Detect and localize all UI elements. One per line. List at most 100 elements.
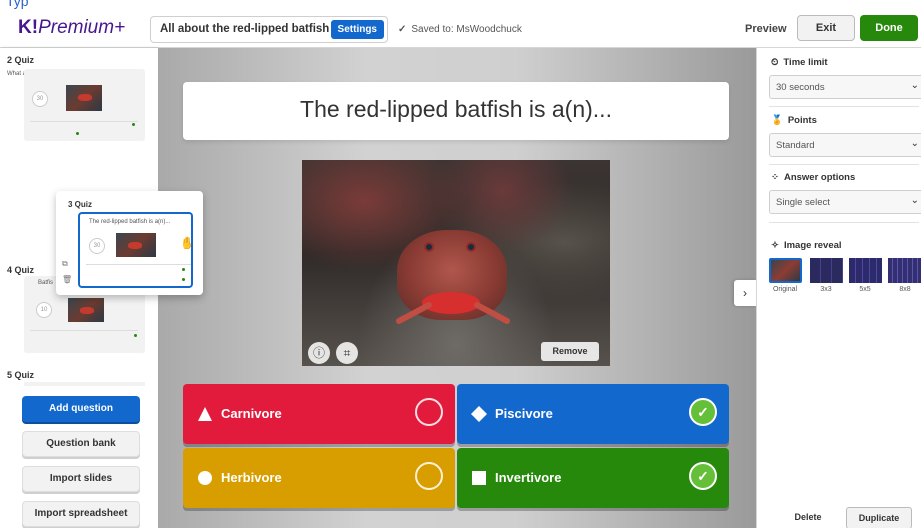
dragged-slide-image <box>116 233 156 257</box>
reveal-5x5-option[interactable] <box>849 258 882 283</box>
slide-4-question: Batfis <box>38 280 54 286</box>
import-slides-button[interactable]: Import slides <box>22 466 140 492</box>
points-value: Standard <box>776 140 815 151</box>
reveal-original-option[interactable] <box>769 258 802 283</box>
points-label: Points <box>787 115 817 126</box>
reveal-5x5-label: 5x5 <box>859 286 871 293</box>
batfish-eye-right <box>466 242 476 252</box>
question-text: The red-lipped batfish is a(n)... <box>300 96 612 122</box>
answer-options-heading: ⁘ Answer options <box>771 172 855 183</box>
question-input[interactable]: The red-lipped batfish is a(n)... <box>183 82 729 140</box>
medal-icon: 🏅 <box>771 115 783 126</box>
answer-options-label: Answer options <box>783 172 856 183</box>
question-bank-button[interactable]: Question bank <box>22 431 140 457</box>
slide-4-time: 10 <box>36 302 52 318</box>
logo-mark: K! <box>18 17 39 38</box>
dragged-correct-dot <box>182 268 185 271</box>
quiz-title: All about the red-lipped batfish <box>160 23 330 35</box>
info-icon[interactable]: ⓘ <box>308 342 330 364</box>
clock-icon: ⏲ <box>771 57 779 68</box>
time-limit-label: Time limit <box>783 57 828 68</box>
reveal-8x8-label: 8x8 <box>899 286 911 293</box>
duplicate-icon[interactable]: ⧉ <box>62 259 68 269</box>
answer-2-text: Piscivore <box>495 406 553 421</box>
crop-icon[interactable]: ⌗ <box>336 342 358 364</box>
answer-3[interactable]: Herbivore <box>183 448 455 508</box>
quiz-title-field[interactable]: All about the red-lipped batfish Setting… <box>150 16 388 43</box>
triangle-icon <box>198 407 212 421</box>
divider <box>769 222 919 223</box>
chevron-down-icon: ⌄ <box>910 80 919 91</box>
answer-1-text: Carnivore <box>221 406 282 421</box>
answer-2-correct-check-icon[interactable]: ✓ <box>689 398 717 426</box>
answer-1[interactable]: Carnivore <box>183 384 455 444</box>
points-heading: 🏅 Points <box>771 115 817 126</box>
slide-2-time: 30 <box>32 91 48 107</box>
time-limit-value: 30 seconds <box>776 82 825 93</box>
slide-5-thumbnail[interactable] <box>24 382 145 386</box>
diamond-icon <box>471 406 487 422</box>
time-limit-heading: ⏲ Time limit <box>771 57 828 68</box>
delete-button[interactable]: Delete <box>779 507 837 528</box>
grid-icon: ⁘ <box>771 172 779 183</box>
reveal-8x8-option[interactable] <box>888 258 921 283</box>
chevron-down-icon: ⌄ <box>910 195 919 206</box>
saved-text: Saved to: MsWoodchuck <box>411 24 522 35</box>
reveal-original-label: Original <box>772 286 798 293</box>
answer-options-value: Single select <box>776 197 830 208</box>
slide-2-thumbnail[interactable]: 30 <box>24 69 145 141</box>
answer-3-correct-toggle[interactable] <box>415 462 443 490</box>
slide-editor-canvas: The red-lipped batfish is a(n)... ⓘ ⌗ Re… <box>158 48 756 528</box>
image-reveal-heading: ✧ Image reveal <box>771 240 842 251</box>
grab-hand-icon: ✋ <box>180 236 191 250</box>
time-limit-select[interactable]: 30 seconds ⌄ <box>769 75 921 99</box>
kahoot-logo[interactable]: K!Premium+ <box>18 17 125 39</box>
answer-4-text: Invertivore <box>495 470 562 485</box>
done-button[interactable]: Done <box>860 15 918 41</box>
check-icon: ✓ <box>398 24 407 35</box>
settings-panel: ⏲ Time limit 30 seconds ⌄ 🏅 Points Standar… <box>756 48 921 528</box>
divider <box>769 106 919 107</box>
top-fragment: Typ <box>0 0 921 11</box>
question-image[interactable]: ⓘ ⌗ Remove <box>302 160 610 366</box>
answer-4[interactable]: Invertivore ✓ <box>457 448 729 508</box>
dragged-slide-card[interactable]: 3 Quiz ⧉ 🗑 The red-lipped batfish is a(n… <box>56 191 203 295</box>
divider <box>769 164 919 165</box>
dragged-slide-thumbnail[interactable]: The red-lipped batfish is a(n)... 30 ✋ <box>78 212 193 288</box>
reveal-3x3-label: 3x3 <box>820 286 832 293</box>
sparkle-icon: ✧ <box>771 240 779 251</box>
exit-button[interactable]: Exit <box>797 15 855 41</box>
saved-status: ✓ Saved to: MsWoodchuck <box>398 24 522 35</box>
slide-5-label: 5 Quiz <box>7 370 35 380</box>
dragged-correct-dot-2 <box>182 278 185 281</box>
reveal-3x3-option[interactable] <box>810 258 843 283</box>
points-select[interactable]: Standard ⌄ <box>769 133 921 157</box>
chevron-right-icon[interactable]: › <box>734 280 756 306</box>
slide-4-correct-dot <box>134 334 137 337</box>
add-question-button[interactable]: Add question <box>22 396 140 422</box>
trash-icon[interactable]: 🗑 <box>62 275 72 284</box>
remove-image-button[interactable]: Remove <box>541 342 599 361</box>
slide-2-correct-dot <box>132 123 135 126</box>
slide-4-image <box>68 298 104 322</box>
dragged-slide-question: The red-lipped batfish is a(n)... <box>89 219 171 225</box>
answer-options-select[interactable]: Single select ⌄ <box>769 190 921 214</box>
slide-2-correct-dot-2 <box>76 132 79 135</box>
answer-2[interactable]: Piscivore ✓ <box>457 384 729 444</box>
slide-4-answers <box>30 330 138 338</box>
answer-4-correct-check-icon[interactable]: ✓ <box>689 462 717 490</box>
top-header: K!Premium+ All about the red-lipped batf… <box>0 11 921 48</box>
duplicate-button[interactable]: Duplicate <box>846 507 912 528</box>
batfish-eye-left <box>424 242 434 252</box>
slide-2-image <box>66 85 102 111</box>
dragged-slide-answers <box>86 264 191 272</box>
answer-3-text: Herbivore <box>221 470 282 485</box>
circle-icon <box>198 471 212 485</box>
import-spreadsheet-button[interactable]: Import spreadsheet <box>22 501 140 527</box>
settings-button[interactable]: Settings <box>330 20 384 39</box>
slide-4-label: 4 Quiz <box>7 265 35 275</box>
answer-1-correct-toggle[interactable] <box>415 398 443 426</box>
preview-button[interactable]: Preview <box>745 23 787 35</box>
top-fragment-text: Typ <box>6 0 29 9</box>
logo-text: Premium+ <box>38 17 126 38</box>
